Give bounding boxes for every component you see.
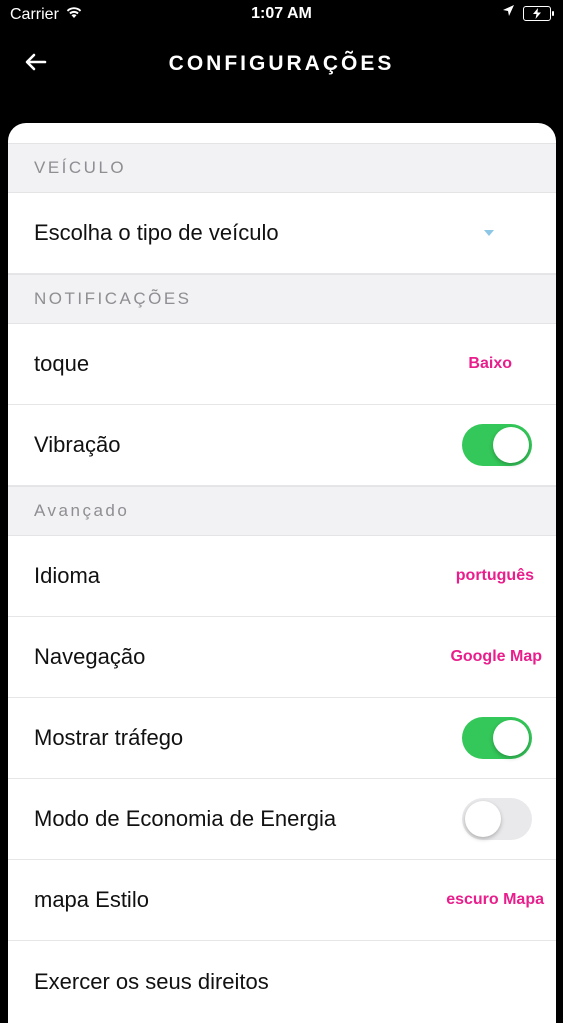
settings-card: VEÍCULO Escolha o tipo de veículo NOTIFI…: [8, 123, 556, 1023]
map-style-label: mapa Estilo: [34, 887, 149, 912]
card-top-spacer: [8, 123, 556, 143]
ringtone-value: Baixo: [468, 355, 512, 372]
ringtone-row[interactable]: toque Baixo: [8, 324, 556, 405]
navigation-value: Google Map: [450, 648, 542, 665]
vibration-row: Vibração: [8, 405, 556, 486]
toggle-knob: [465, 801, 501, 837]
vehicle-type-label: Escolha o tipo de veículo: [34, 220, 279, 245]
language-value: português: [455, 567, 534, 584]
caret-down-icon: [484, 230, 494, 236]
map-style-row[interactable]: mapa Estilo escuro Mapa: [8, 860, 556, 941]
traffic-toggle[interactable]: [462, 717, 532, 759]
page-title: CONFIGURAÇÕES: [168, 52, 395, 75]
section-header-notifications: NOTIFICAÇÕES: [8, 274, 556, 324]
section-header-vehicle: VEÍCULO: [8, 143, 556, 193]
vibration-label: Vibração: [34, 432, 121, 457]
power-saving-label: Modo de Economia de Energia: [34, 806, 337, 831]
traffic-label: Mostrar tráfego: [34, 725, 184, 750]
rights-label: Exercer os seus direitos: [34, 968, 269, 994]
vehicle-type-row[interactable]: Escolha o tipo de veículo: [8, 193, 556, 274]
location-arrow-icon: [502, 4, 515, 22]
language-label: Idioma: [34, 563, 101, 588]
navigation-label: Navegação: [34, 644, 146, 669]
map-style-value: escuro Mapa: [446, 891, 544, 908]
power-saving-toggle[interactable]: [462, 798, 532, 840]
toggle-knob: [493, 720, 529, 756]
battery-charging-icon: [523, 5, 554, 21]
status-bar: Carrier 1:07 AM: [0, 0, 563, 30]
power-saving-row: Modo de Economia de Energia: [8, 779, 556, 860]
status-icons: [502, 4, 554, 22]
language-row[interactable]: Idioma português: [8, 536, 556, 617]
ringtone-label: toque: [34, 351, 90, 376]
toggle-knob: [493, 427, 529, 463]
clock: 1:07 AM: [251, 5, 312, 22]
vibration-toggle[interactable]: [462, 424, 532, 466]
section-header-advanced: Avançado: [8, 486, 556, 536]
navigation-row[interactable]: Navegação Google Map: [8, 617, 556, 698]
rights-row[interactable]: Exercer os seus direitos: [8, 941, 556, 1022]
traffic-row: Mostrar tráfego: [8, 698, 556, 779]
nav-header: CONFIGURAÇÕES: [0, 30, 563, 100]
